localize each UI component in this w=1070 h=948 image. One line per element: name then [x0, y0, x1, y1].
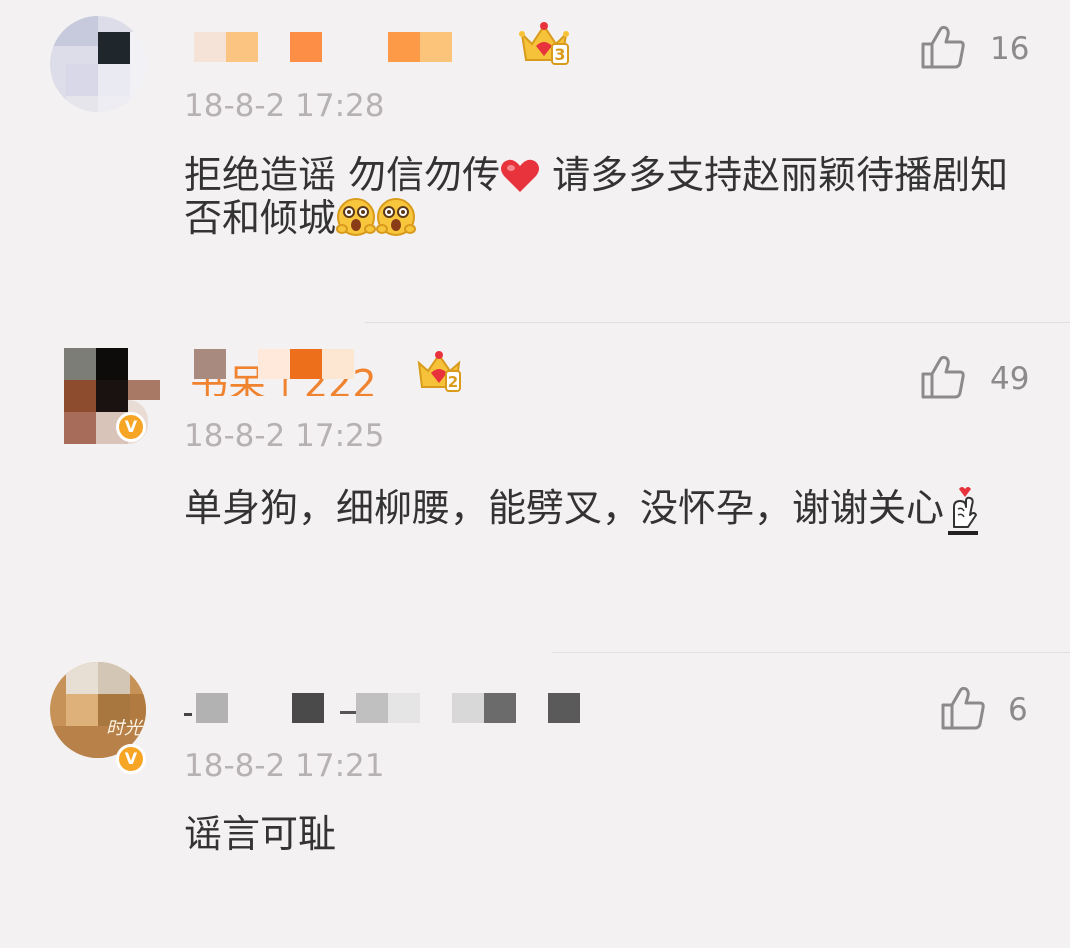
comment-text-part: 拒绝造谣 勿信勿传	[184, 153, 501, 197]
avatar[interactable]	[50, 16, 146, 112]
comment-text: 谣言可耻	[184, 812, 337, 856]
red-heart-emoji	[501, 159, 540, 192]
svg-text:2: 2	[448, 373, 458, 391]
timestamp: 18-8-2 17:21	[184, 748, 385, 784]
crown-badge-icon: 3	[519, 22, 569, 65]
comment-text: 单身狗，细柳腰，能劈叉，没怀孕，谢谢关心	[184, 485, 1014, 539]
like-count: 49	[990, 361, 1030, 397]
avatar-text: 时光	[106, 718, 142, 739]
comment-text: 拒绝造谣 勿信勿传 请多多支持赵丽颖待播剧知否和倾城	[184, 154, 1014, 240]
shocked-face-emoji	[336, 198, 377, 236]
like-button[interactable]: 16	[920, 24, 1040, 74]
comment-item: 3 16 18-8-2 17:28 拒绝造谣 勿信勿传 请多多支持赵丽颖待播剧知…	[0, 0, 1070, 322]
thumbs-up-outline-icon	[921, 25, 965, 69]
thumbs-up-outline-icon	[921, 355, 965, 399]
shocked-face-emoji	[376, 198, 417, 236]
like-count: 6	[1008, 692, 1028, 728]
thumbs-up-outline-icon	[941, 686, 985, 730]
finger-heart-emoji	[948, 487, 979, 535]
comment-item: 时光 V 6 18-8-2 17:21 谣言可耻	[0, 653, 1070, 948]
verified-badge-icon: V	[116, 412, 146, 442]
like-button[interactable]: 6	[940, 685, 1040, 735]
comment-item: V 书呆了222号 2 49 18-8-2 17:25 单身狗，细柳腰，能劈叉，…	[0, 323, 1070, 653]
timestamp: 18-8-2 17:28	[184, 88, 385, 124]
crown-badge-icon: 2	[417, 351, 461, 392]
svg-text:3: 3	[554, 45, 565, 64]
like-button[interactable]: 49	[920, 354, 1040, 404]
timestamp: 18-8-2 17:25	[184, 418, 385, 454]
like-count: 16	[990, 31, 1030, 67]
verified-badge-icon: V	[116, 744, 146, 774]
username-censored	[184, 347, 404, 387]
username-censored[interactable]	[184, 691, 604, 731]
